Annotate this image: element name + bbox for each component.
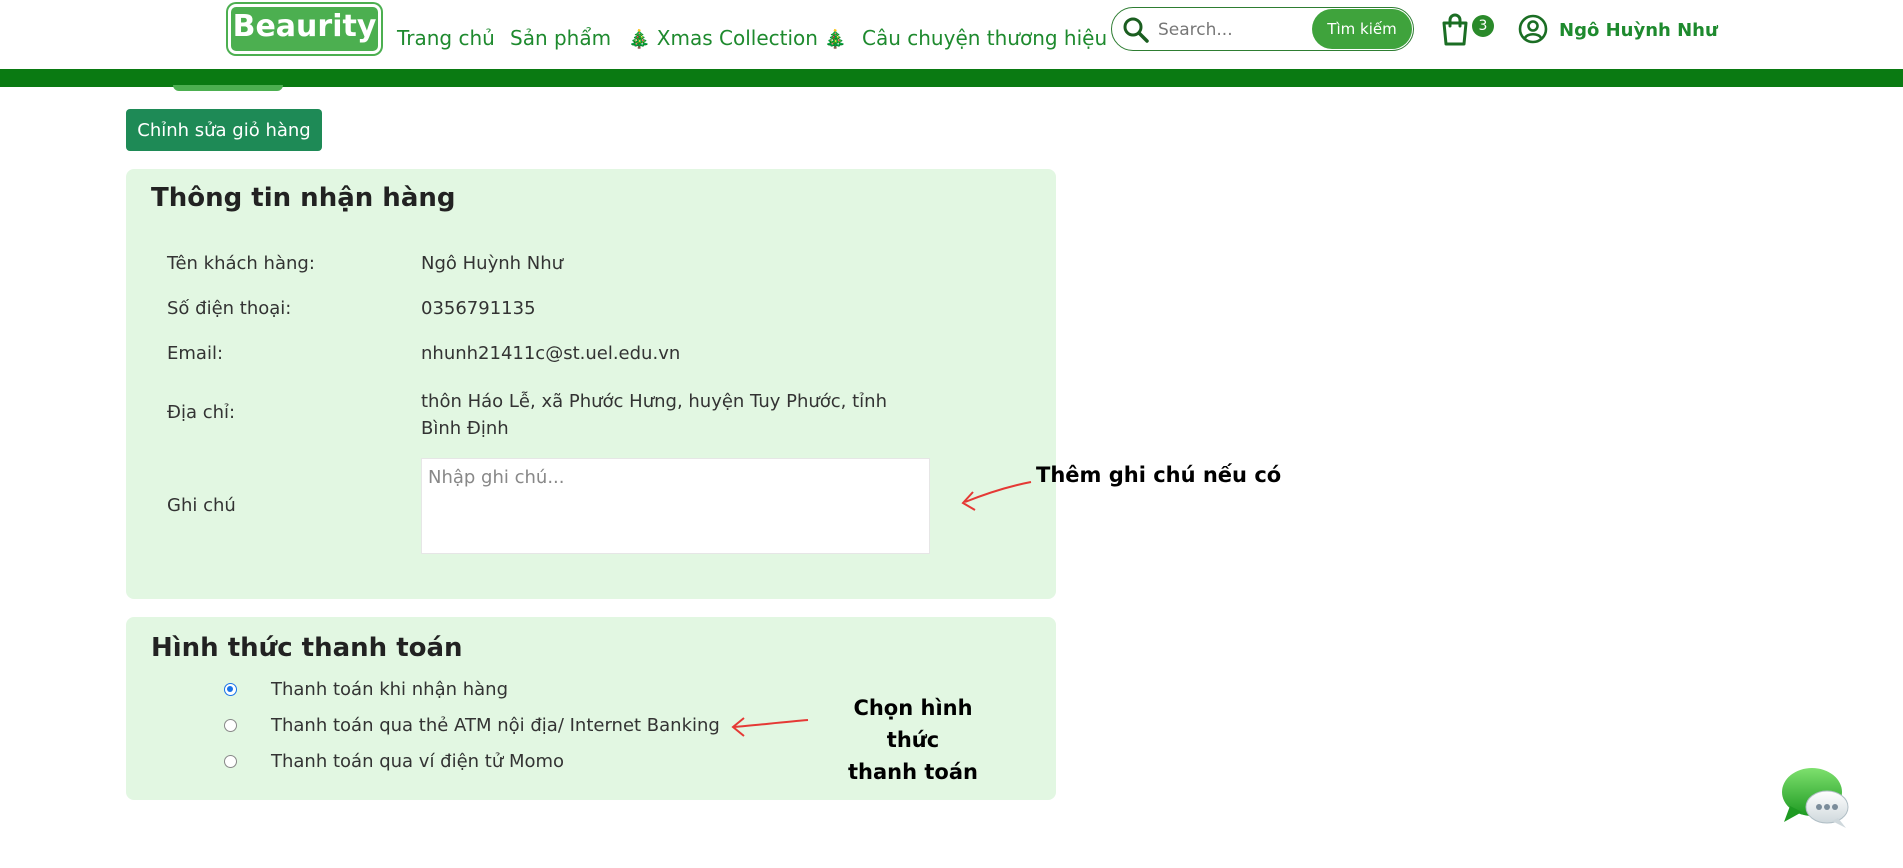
payment-option-atm[interactable]: Thanh toán qua thẻ ATM nội địa/ Internet… [224,712,720,738]
edit-cart-button[interactable]: Chỉnh sửa giỏ hàng [126,109,322,151]
customer-name-label: Tên khách hàng: [167,253,315,274]
cart-count-badge: 3 [1472,15,1494,37]
site-header: Beaurity Trang chủ Sản phẩm 🎄 Xmas Colle… [0,0,1903,70]
christmas-tree-icon: 🎄 [628,29,651,50]
customer-name-value: Ngô Huỳnh Như [421,253,564,274]
payment-option-momo[interactable]: Thanh toán qua ví điện tử Momo [224,748,564,774]
address-label: Địa chỉ: [167,402,236,423]
search-bar: Tìm kiếm [1111,7,1414,51]
chat-bubbles-icon[interactable] [1780,766,1850,832]
payment-option-cod[interactable]: Thanh toán khi nhận hàng [224,676,508,702]
annotation-payment-hint-line1: Chọn hình thức [853,696,973,752]
nav-brand-story[interactable]: Câu chuyện thương hiệu [862,26,1107,50]
note-label: Ghi chú [167,495,236,516]
payment-method-title: Hình thức thanh toán [151,633,463,663]
payment-option-label: Thanh toán khi nhận hàng [271,678,509,700]
annotation-arrow-payment [731,717,809,737]
christmas-tree-icon: 🎄 [824,29,847,50]
annotation-payment-hint-line2: thanh toán [848,760,978,784]
annotation-arrow-note [961,481,1032,511]
search-button[interactable]: Tìm kiếm [1312,9,1412,49]
shipping-info-title: Thông tin nhận hàng [151,183,456,213]
note-textarea[interactable] [421,458,930,554]
address-value: thôn Háo Lễ, xã Phước Hưng, huyện Tuy Ph… [421,391,887,439]
shipping-info-panel: Thông tin nhận hàng Tên khách hàng: Ngô … [126,169,1056,599]
nav-products[interactable]: Sản phẩm [510,26,611,50]
phone-label: Số điện thoại: [167,298,292,319]
user-account-icon[interactable] [1518,14,1548,44]
nav-home[interactable]: Trang chủ [397,26,495,50]
search-icon[interactable] [1122,16,1150,44]
nav-xmas-collection[interactable]: 🎄 Xmas Collection 🎄 [628,26,847,50]
header-divider-bar [0,69,1903,87]
email-value: nhunh21411c@st.uel.edu.vn [421,343,681,364]
email-label: Email: [167,343,224,364]
nav-xmas-label: Xmas Collection [656,26,818,50]
user-name-link[interactable]: Ngô Huỳnh Như [1559,20,1718,41]
annotation-payment-hint: Chọn hình thức thanh toán [830,692,996,788]
header-tab-indicator [173,85,283,91]
radio-unchecked[interactable] [224,718,237,732]
search-input[interactable] [1156,16,1310,44]
phone-value: 0356791135 [421,298,536,319]
radio-checked[interactable] [224,682,237,696]
shopping-bag-icon[interactable] [1440,12,1470,46]
payment-option-label: Thanh toán qua thẻ ATM nội địa/ Internet… [271,714,720,736]
brand-logo[interactable]: Beaurity [228,4,381,54]
annotation-note-hint: Thêm ghi chú nếu có [1036,463,1282,487]
radio-unchecked[interactable] [224,754,237,768]
payment-option-label: Thanh toán qua ví điện tử Momo [271,750,565,772]
